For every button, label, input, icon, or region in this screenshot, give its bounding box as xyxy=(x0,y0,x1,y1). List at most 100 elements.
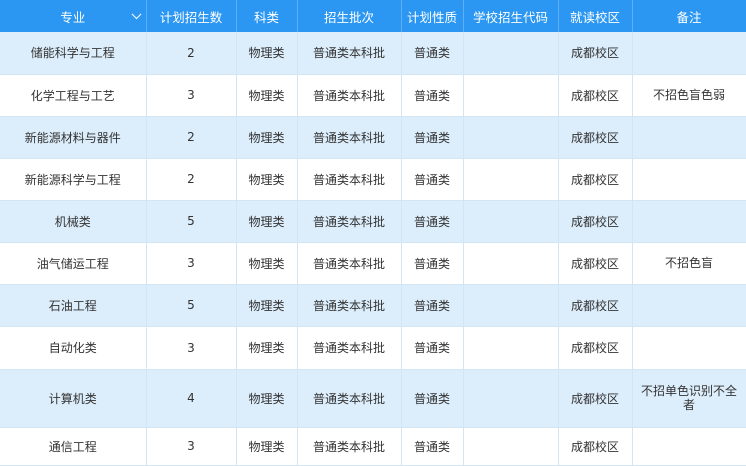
cell-note xyxy=(632,116,746,159)
cell-campus: 成都校区 xyxy=(558,32,633,75)
cell-subject: 物理类 xyxy=(236,74,298,117)
cell-campus: 成都校区 xyxy=(558,158,633,201)
cell-subject: 物理类 xyxy=(236,200,298,243)
header-major-label: 专业 xyxy=(60,9,86,25)
cell-plan-count: 4 xyxy=(146,369,237,428)
cell-subject: 物理类 xyxy=(236,369,298,428)
cell-note xyxy=(632,158,746,201)
cell-plan-count: 5 xyxy=(146,284,237,327)
cell-batch: 普通类本科批 xyxy=(297,200,402,243)
cell-nature: 普通类 xyxy=(401,74,464,117)
cell-major: 机械类 xyxy=(0,200,147,243)
cell-major: 油气储运工程 xyxy=(0,242,147,285)
cell-plan-count: 3 xyxy=(146,427,237,466)
cell-campus: 成都校区 xyxy=(558,200,633,243)
cell-school-code xyxy=(463,427,559,466)
cell-campus: 成都校区 xyxy=(558,242,633,285)
cell-major: 石油工程 xyxy=(0,284,147,327)
cell-subject: 物理类 xyxy=(236,32,298,75)
cell-nature: 普通类 xyxy=(401,284,464,327)
table-row: 机械类 5 物理类 普通类本科批 普通类 成都校区 xyxy=(0,200,746,243)
cell-batch: 普通类本科批 xyxy=(297,427,402,466)
table-row: 通信工程 3 物理类 普通类本科批 普通类 成都校区 xyxy=(0,427,746,466)
cell-plan-count: 2 xyxy=(146,32,237,75)
cell-batch: 普通类本科批 xyxy=(297,326,402,370)
header-major[interactable]: 专业 xyxy=(0,0,147,32)
cell-note xyxy=(632,32,746,75)
cell-note: 不招单色识别不全者 xyxy=(632,369,746,428)
cell-note xyxy=(632,200,746,243)
cell-nature: 普通类 xyxy=(401,116,464,159)
cell-batch: 普通类本科批 xyxy=(297,32,402,75)
header-nature: 计划性质 xyxy=(401,0,464,32)
cell-subject: 物理类 xyxy=(236,116,298,159)
header-batch: 招生批次 xyxy=(297,0,402,32)
cell-subject: 物理类 xyxy=(236,284,298,327)
cell-subject: 物理类 xyxy=(236,158,298,201)
cell-note xyxy=(632,326,746,370)
cell-campus: 成都校区 xyxy=(558,74,633,117)
cell-campus: 成都校区 xyxy=(558,116,633,159)
cell-subject: 物理类 xyxy=(236,242,298,285)
cell-batch: 普通类本科批 xyxy=(297,284,402,327)
cell-nature: 普通类 xyxy=(401,242,464,285)
cell-school-code xyxy=(463,116,559,159)
cell-note: 不招色盲 xyxy=(632,242,746,285)
cell-major: 计算机类 xyxy=(0,369,147,428)
cell-batch: 普通类本科批 xyxy=(297,116,402,159)
cell-school-code xyxy=(463,74,559,117)
cell-nature: 普通类 xyxy=(401,158,464,201)
table-row: 油气储运工程 3 物理类 普通类本科批 普通类 成都校区 不招色盲 xyxy=(0,242,746,285)
cell-note xyxy=(632,284,746,327)
cell-nature: 普通类 xyxy=(401,200,464,243)
table-row: 新能源科学与工程 2 物理类 普通类本科批 普通类 成都校区 xyxy=(0,158,746,201)
cell-plan-count: 3 xyxy=(146,74,237,117)
cell-school-code xyxy=(463,284,559,327)
cell-nature: 普通类 xyxy=(401,427,464,466)
cell-batch: 普通类本科批 xyxy=(297,74,402,117)
cell-subject: 物理类 xyxy=(236,326,298,370)
cell-nature: 普通类 xyxy=(401,326,464,370)
enrollment-plan-table: 专业 计划招生数 科类 招生批次 计划性质 学校招生代码 就读校区 备注 储能科… xyxy=(0,0,746,466)
header-note: 备注 xyxy=(632,0,746,32)
cell-school-code xyxy=(463,158,559,201)
cell-school-code xyxy=(463,242,559,285)
cell-major: 通信工程 xyxy=(0,427,147,466)
cell-school-code xyxy=(463,32,559,75)
cell-school-code xyxy=(463,326,559,370)
cell-subject: 物理类 xyxy=(236,427,298,466)
cell-campus: 成都校区 xyxy=(558,284,633,327)
cell-nature: 普通类 xyxy=(401,369,464,428)
cell-plan-count: 2 xyxy=(146,116,237,159)
cell-campus: 成都校区 xyxy=(558,326,633,370)
cell-batch: 普通类本科批 xyxy=(297,369,402,428)
cell-note: 不招色盲色弱 xyxy=(632,74,746,117)
cell-batch: 普通类本科批 xyxy=(297,158,402,201)
cell-major: 自动化类 xyxy=(0,326,147,370)
cell-plan-count: 2 xyxy=(146,158,237,201)
cell-note xyxy=(632,427,746,466)
cell-major: 新能源材料与器件 xyxy=(0,116,147,159)
table-row: 新能源材料与器件 2 物理类 普通类本科批 普通类 成都校区 xyxy=(0,116,746,159)
header-plan-count: 计划招生数 xyxy=(146,0,237,32)
cell-campus: 成都校区 xyxy=(558,427,633,466)
cell-nature: 普通类 xyxy=(401,32,464,75)
chevron-down-icon[interactable] xyxy=(131,9,141,20)
cell-plan-count: 3 xyxy=(146,326,237,370)
table-row: 自动化类 3 物理类 普通类本科批 普通类 成都校区 xyxy=(0,326,746,370)
table-row: 储能科学与工程 2 物理类 普通类本科批 普通类 成都校区 xyxy=(0,32,746,75)
header-subject: 科类 xyxy=(236,0,298,32)
table-header-row: 专业 计划招生数 科类 招生批次 计划性质 学校招生代码 就读校区 备注 xyxy=(0,0,746,32)
cell-batch: 普通类本科批 xyxy=(297,242,402,285)
table-row: 化学工程与工艺 3 物理类 普通类本科批 普通类 成都校区 不招色盲色弱 xyxy=(0,74,746,117)
cell-campus: 成都校区 xyxy=(558,369,633,428)
cell-major: 化学工程与工艺 xyxy=(0,74,147,117)
table-row: 计算机类 4 物理类 普通类本科批 普通类 成都校区 不招单色识别不全者 xyxy=(0,369,746,428)
table-row: 石油工程 5 物理类 普通类本科批 普通类 成都校区 xyxy=(0,284,746,327)
cell-major: 新能源科学与工程 xyxy=(0,158,147,201)
cell-plan-count: 5 xyxy=(146,200,237,243)
cell-plan-count: 3 xyxy=(146,242,237,285)
header-school-code: 学校招生代码 xyxy=(463,0,559,32)
cell-major: 储能科学与工程 xyxy=(0,32,147,75)
cell-school-code xyxy=(463,369,559,428)
